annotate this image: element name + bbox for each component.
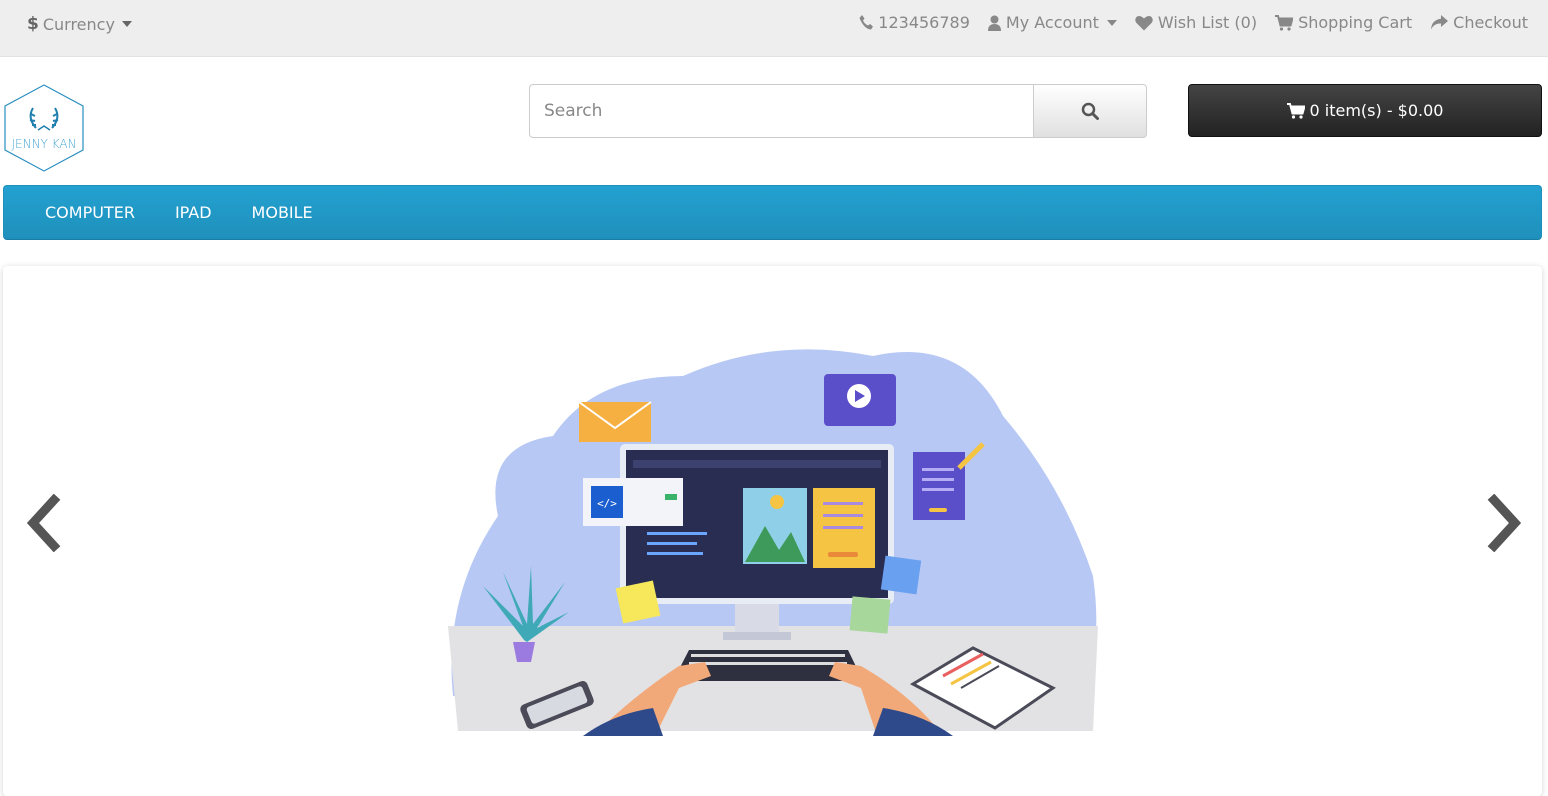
- chevron-right-icon: [1487, 493, 1522, 553]
- svg-text:</>: </>: [597, 497, 617, 510]
- currency-dropdown[interactable]: $ Currency: [27, 14, 132, 34]
- cart-button[interactable]: 0 item(s) - $0.00: [1188, 84, 1542, 137]
- store-logo[interactable]: JENNY KAN: [3, 84, 85, 172]
- shopping-cart-link[interactable]: Shopping Cart: [1275, 13, 1412, 32]
- currency-label: Currency: [42, 14, 115, 34]
- cart-total: 0 item(s) - $0.00: [1309, 101, 1444, 120]
- cart-icon: [1275, 14, 1294, 31]
- search-bar: [529, 84, 1147, 138]
- slide-illustration: </>: [448, 349, 1098, 736]
- my-account-link[interactable]: My Account: [987, 13, 1117, 32]
- search-input[interactable]: [529, 84, 1034, 138]
- search-button[interactable]: [1033, 84, 1147, 138]
- wish-list-link[interactable]: Wish List (0): [1135, 13, 1257, 32]
- menu-item-computer[interactable]: COMPUTER: [25, 203, 155, 222]
- shopping-cart-label: Shopping Cart: [1298, 13, 1413, 32]
- user-icon: [987, 15, 1001, 31]
- logo-text: JENNY KAN: [11, 137, 76, 151]
- logo-graphic: JENNY KAN: [4, 84, 84, 172]
- menu-item-mobile[interactable]: MOBILE: [232, 203, 333, 222]
- caret-down-icon: [121, 21, 132, 27]
- heart-icon: [1135, 15, 1153, 30]
- caret-down-icon: [1106, 19, 1117, 26]
- top-bar: $ Currency 123456789 My Account Wish Lis…: [0, 0, 1548, 57]
- chevron-left-icon: [26, 493, 61, 553]
- wish-list-label: Wish List (0): [1157, 13, 1258, 32]
- slideshow-next-button[interactable]: [1483, 493, 1527, 553]
- phone-number: 123456789: [878, 13, 970, 32]
- cart-icon: [1286, 102, 1305, 119]
- phone-link[interactable]: 123456789: [859, 13, 970, 32]
- checkout-label: Checkout: [1453, 13, 1528, 32]
- share-icon: [1431, 15, 1449, 30]
- main-menu: COMPUTER IPAD MOBILE: [3, 185, 1542, 240]
- menu-item-ipad[interactable]: IPAD: [155, 203, 232, 222]
- top-links: 123456789 My Account Wish List (0) Shopp: [859, 13, 1528, 32]
- phone-icon: [859, 15, 874, 30]
- slideshow-prev-button[interactable]: [21, 493, 65, 553]
- checkout-link[interactable]: Checkout: [1430, 13, 1528, 32]
- search-icon: [1081, 102, 1099, 120]
- my-account-label: My Account: [1005, 13, 1099, 32]
- currency-symbol: $: [27, 14, 39, 34]
- slideshow: </>: [3, 266, 1542, 796]
